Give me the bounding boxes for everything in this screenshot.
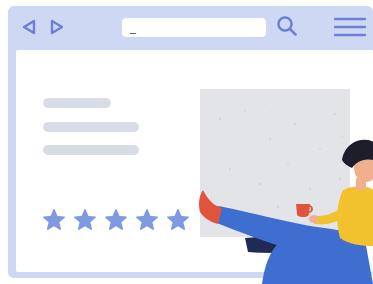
text-line-placeholder [43,145,139,155]
search-icon[interactable] [276,15,298,37]
address-bar-input[interactable] [122,18,266,37]
text-line-placeholder [43,98,111,108]
image-placeholder [200,89,350,237]
star-icon[interactable] [166,208,190,232]
image-texture [213,103,343,230]
forward-arrow-icon[interactable] [48,18,66,36]
back-arrow-icon[interactable] [20,18,38,36]
browser-window [8,6,373,278]
hamburger-menu-icon[interactable] [334,17,366,37]
browser-toolbar [8,6,373,48]
star-icon[interactable] [73,208,97,232]
star-icon[interactable] [104,208,128,232]
text-line-placeholder [43,122,139,132]
star-icon[interactable] [42,208,66,232]
star-icon[interactable] [135,208,159,232]
page-content [16,50,373,272]
